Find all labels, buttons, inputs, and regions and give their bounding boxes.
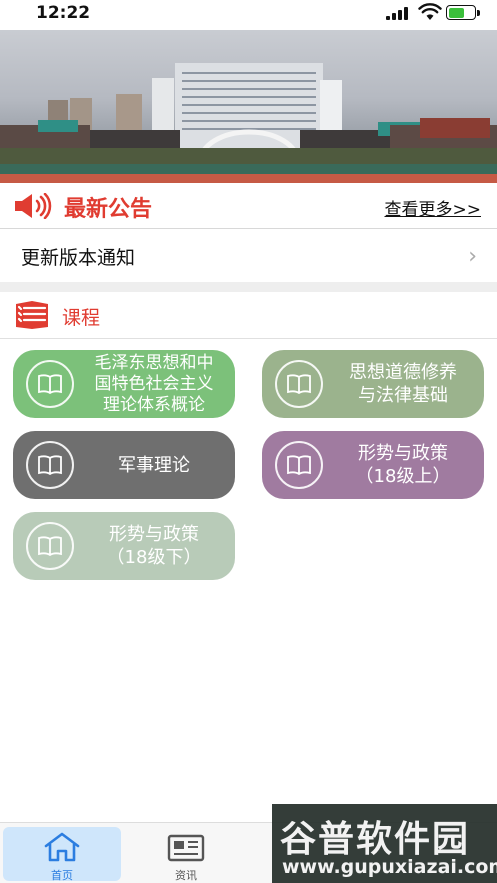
books-icon (16, 301, 48, 329)
status-time: 12:22 (36, 3, 91, 23)
cellular-signal-icon (386, 6, 412, 20)
course-card-label: 军事理论 (118, 454, 190, 476)
course-card[interactable]: 思想道德修养 与法律基础 (262, 350, 484, 418)
tab-home-label: 首页 (51, 869, 73, 882)
section-divider (0, 282, 497, 292)
newspaper-icon (167, 834, 205, 862)
campus-banner-image[interactable] (0, 30, 497, 183)
view-more-link[interactable]: 查看更多>> (385, 195, 482, 220)
notice-section-title: 最新公告 (64, 197, 153, 222)
notice-list-item[interactable]: 更新版本通知 › (0, 230, 497, 282)
open-book-icon (26, 441, 74, 489)
open-book-icon (26, 360, 74, 408)
status-bar: 12:22 (0, 0, 497, 30)
open-book-icon (26, 522, 74, 570)
course-section-title: 课程 (62, 307, 101, 329)
course-card[interactable]: 军事理论 (13, 431, 235, 499)
watermark-brand: 谷普软件园 (280, 819, 471, 860)
chevron-right-icon: › (468, 244, 477, 269)
course-card-label: 形势与政策 （18级下） (106, 524, 202, 568)
watermark-url: www.gupuxiazai.com (282, 856, 497, 878)
course-card[interactable]: 形势与政策 （18级上） (262, 431, 484, 499)
course-card-label: 毛泽东思想和中 国特色社会主义 理论体系概论 (94, 352, 214, 415)
home-icon (44, 832, 80, 862)
course-card-label: 思想道德修养 与法律基础 (349, 362, 457, 406)
wifi-icon (418, 3, 442, 20)
tab-news[interactable]: 资讯 (127, 827, 245, 882)
notice-section-header: 最新公告 查看更多>> (0, 183, 497, 229)
course-section-header: 课程 (0, 292, 497, 339)
notice-item-title: 更新版本通知 (21, 247, 136, 269)
site-watermark: 谷普软件园 www.gupuxiazai.com (272, 804, 497, 883)
tab-news-label: 资讯 (175, 869, 197, 882)
course-card[interactable]: 形势与政策 （18级下） (13, 512, 235, 580)
tab-home[interactable]: 首页 (3, 827, 121, 882)
speaker-icon (15, 193, 52, 219)
course-card[interactable]: 毛泽东思想和中 国特色社会主义 理论体系概论 (13, 350, 235, 418)
open-book-icon (275, 360, 323, 408)
battery-icon (446, 5, 480, 20)
open-book-icon (275, 441, 323, 489)
course-card-label: 形势与政策 （18级上） (355, 443, 451, 487)
